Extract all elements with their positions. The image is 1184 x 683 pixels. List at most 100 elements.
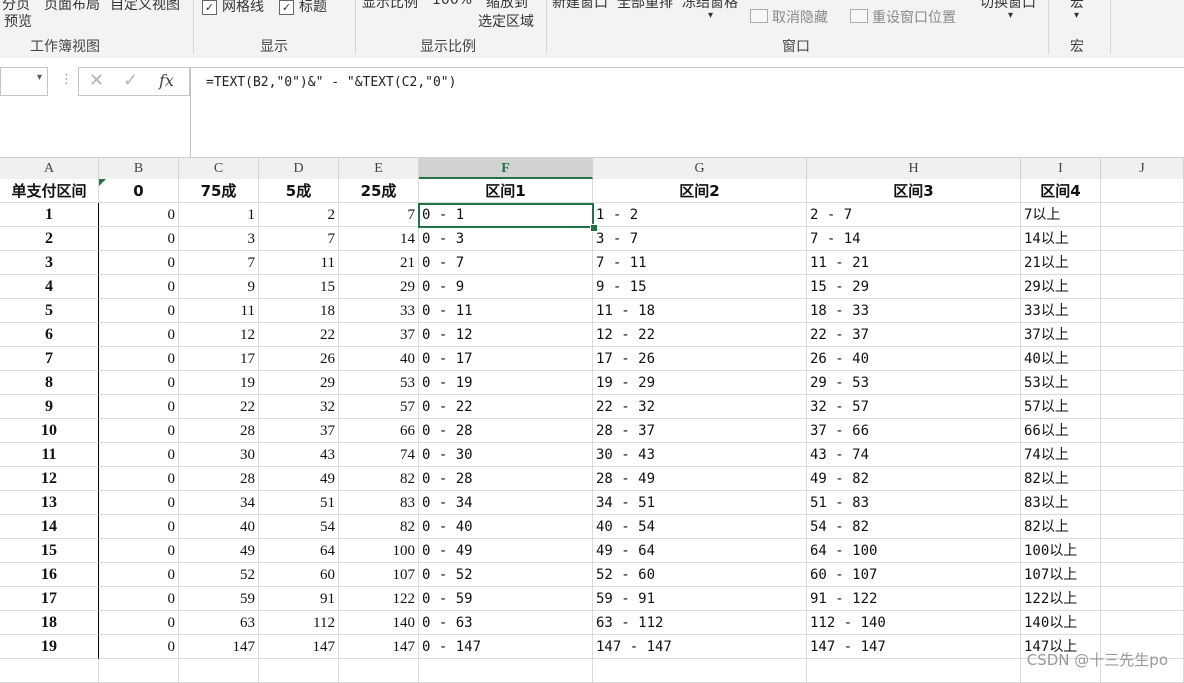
table-cell[interactable]: 14 [339, 227, 419, 251]
table-cell[interactable]: 29 - 53 [807, 371, 1021, 395]
table-cell[interactable]: 7以上 [1021, 203, 1101, 227]
table-cell[interactable]: 3 [179, 227, 259, 251]
header-cell[interactable]: 区间1 [419, 179, 593, 203]
table-cell[interactable]: 91 - 122 [807, 587, 1021, 611]
table-cell[interactable]: 140 [339, 611, 419, 635]
table-cell[interactable]: 30 [179, 443, 259, 467]
table-cell[interactable]: 29以上 [1021, 275, 1101, 299]
row-label-cell[interactable]: 17 [0, 587, 99, 611]
table-cell[interactable]: 112 - 140 [807, 611, 1021, 635]
empty-cell[interactable] [1101, 203, 1184, 227]
table-cell[interactable]: 0 [99, 323, 179, 347]
table-cell[interactable]: 40 [179, 515, 259, 539]
table-cell[interactable]: 63 [179, 611, 259, 635]
empty-cell[interactable] [1101, 539, 1184, 563]
table-cell[interactable]: 0 - 28 [419, 467, 593, 491]
table-cell[interactable]: 74 [339, 443, 419, 467]
table-cell[interactable]: 64 - 100 [807, 539, 1021, 563]
table-cell[interactable]: 7 [179, 251, 259, 275]
column-header-j[interactable]: J [1101, 158, 1184, 179]
table-cell[interactable]: 0 [99, 515, 179, 539]
table-cell[interactable]: 19 [179, 371, 259, 395]
table-cell[interactable]: 0 [99, 299, 179, 323]
empty-cell[interactable] [1101, 347, 1184, 371]
table-cell[interactable]: 15 [259, 275, 339, 299]
table-cell[interactable]: 0 - 40 [419, 515, 593, 539]
table-cell[interactable]: 17 - 26 [593, 347, 807, 371]
table-cell[interactable]: 100以上 [1021, 539, 1101, 563]
table-cell[interactable]: 30 - 43 [593, 443, 807, 467]
table-cell[interactable]: 11 [259, 251, 339, 275]
table-cell[interactable]: 12 - 22 [593, 323, 807, 347]
table-cell[interactable]: 59 [179, 587, 259, 611]
table-cell[interactable]: 40以上 [1021, 347, 1101, 371]
table-cell[interactable]: 32 [259, 395, 339, 419]
table-cell[interactable]: 1 [179, 203, 259, 227]
table-cell[interactable]: 37 [259, 419, 339, 443]
table-cell[interactable]: 57 [339, 395, 419, 419]
table-cell[interactable]: 37 [339, 323, 419, 347]
empty-cell[interactable] [1101, 371, 1184, 395]
table-cell[interactable]: 0 [99, 491, 179, 515]
table-cell[interactable]: 9 - 15 [593, 275, 807, 299]
row-label-cell[interactable]: 7 [0, 347, 99, 371]
table-cell[interactable]: 7 - 11 [593, 251, 807, 275]
table-cell[interactable]: 0 [99, 467, 179, 491]
table-cell[interactable]: 26 [259, 347, 339, 371]
empty-cell[interactable] [1101, 275, 1184, 299]
table-cell[interactable]: 0 - 28 [419, 419, 593, 443]
table-cell[interactable]: 3 - 7 [593, 227, 807, 251]
table-cell[interactable]: 37 - 66 [807, 419, 1021, 443]
table-cell[interactable]: 28 - 37 [593, 419, 807, 443]
table-cell[interactable]: 82以上 [1021, 467, 1101, 491]
table-cell[interactable]: 122 [339, 587, 419, 611]
column-header-a[interactable]: A [0, 158, 99, 179]
header-cell[interactable]: 5成 [259, 179, 339, 203]
table-cell[interactable]: 18 - 33 [807, 299, 1021, 323]
chevron-down-icon[interactable]: ▾ [1074, 10, 1079, 21]
table-cell[interactable]: 112 [259, 611, 339, 635]
table-cell[interactable]: 54 [259, 515, 339, 539]
fx-icon[interactable]: fx [159, 71, 174, 90]
table-cell[interactable]: 49 [179, 539, 259, 563]
table-cell[interactable]: 52 - 60 [593, 563, 807, 587]
row-label-cell[interactable]: 15 [0, 539, 99, 563]
table-cell[interactable]: 147 [339, 635, 419, 659]
table-cell[interactable]: 147 - 147 [807, 635, 1021, 659]
table-cell[interactable]: 82 [339, 467, 419, 491]
table-cell[interactable]: 32 - 57 [807, 395, 1021, 419]
table-cell[interactable]: 0 - 11 [419, 299, 593, 323]
table-cell[interactable]: 66 [339, 419, 419, 443]
table-cell[interactable]: 34 - 51 [593, 491, 807, 515]
table-cell[interactable]: 0 - 52 [419, 563, 593, 587]
empty-cell[interactable] [1101, 587, 1184, 611]
table-cell[interactable]: 0 [99, 419, 179, 443]
fill-handle[interactable] [590, 224, 598, 232]
table-cell[interactable]: 0 - 22 [419, 395, 593, 419]
table-cell[interactable]: 1 - 2 [593, 203, 807, 227]
table-cell[interactable]: 0 [99, 443, 179, 467]
header-cell[interactable]: 区间2 [593, 179, 807, 203]
table-cell[interactable]: 74以上 [1021, 443, 1101, 467]
table-cell[interactable]: 91 [259, 587, 339, 611]
name-box[interactable]: ▾ [0, 67, 48, 96]
table-cell[interactable]: 140以上 [1021, 611, 1101, 635]
table-cell[interactable]: 0 [99, 587, 179, 611]
table-cell[interactable]: 51 - 83 [807, 491, 1021, 515]
reset-window-position-button[interactable]: 重设窗口位置 [872, 7, 956, 27]
row-label-cell[interactable]: 8 [0, 371, 99, 395]
table-cell[interactable]: 2 [259, 203, 339, 227]
table-cell[interactable]: 0 [99, 539, 179, 563]
empty-cell[interactable] [593, 659, 807, 683]
table-cell[interactable]: 43 [259, 443, 339, 467]
empty-cell[interactable] [1101, 419, 1184, 443]
table-cell[interactable]: 0 - 63 [419, 611, 593, 635]
table-cell[interactable]: 17 [179, 347, 259, 371]
table-cell[interactable]: 43 - 74 [807, 443, 1021, 467]
row-label-cell[interactable]: 16 [0, 563, 99, 587]
table-cell[interactable]: 0 [99, 203, 179, 227]
table-cell[interactable]: 26 - 40 [807, 347, 1021, 371]
empty-cell[interactable] [1101, 395, 1184, 419]
table-cell[interactable]: 0 - 17 [419, 347, 593, 371]
header-cell[interactable]: 区间4 [1021, 179, 1101, 203]
